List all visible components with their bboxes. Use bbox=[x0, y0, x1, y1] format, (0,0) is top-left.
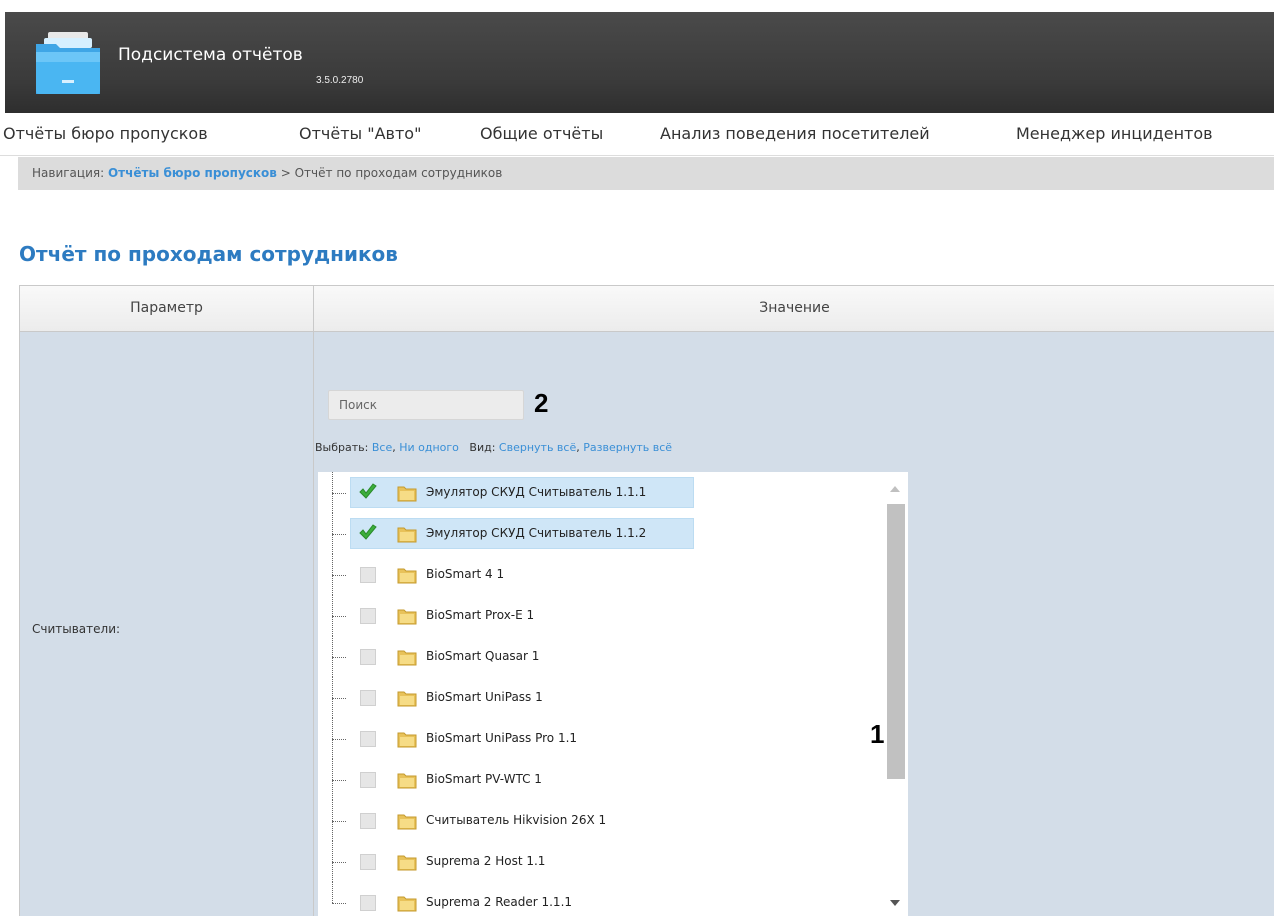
tree-checkbox[interactable] bbox=[360, 772, 376, 788]
tree-connector-line bbox=[332, 698, 346, 699]
select-comma: , bbox=[392, 441, 396, 454]
value-cell: 2 Выбрать: Все, Ни одного Вид: Свернуть … bbox=[314, 332, 1274, 916]
breadcrumb-current: Отчёт по проходам сотрудников bbox=[294, 166, 503, 180]
app-logo-icon bbox=[34, 28, 102, 98]
green-check-icon[interactable] bbox=[358, 482, 378, 502]
tree-scrollbar[interactable] bbox=[883, 472, 908, 916]
app-version: 3.5.0.2780 bbox=[316, 75, 364, 86]
view-label: Вид: bbox=[469, 441, 496, 454]
tree-connector-line bbox=[332, 534, 346, 535]
tree-row[interactable]: Suprema 2 Reader 1.1.1 bbox=[318, 882, 878, 916]
expand-all-link[interactable]: Развернуть всё bbox=[583, 441, 672, 454]
tree-item-label[interactable]: Suprema 2 Host 1.1 bbox=[426, 854, 545, 868]
menu-item-incident-manager[interactable]: Менеджер инцидентов bbox=[1016, 124, 1213, 143]
breadcrumb-prefix: Навигация: bbox=[32, 166, 105, 180]
select-label: Выбрать: bbox=[315, 441, 369, 454]
tree-item-label[interactable]: BioSmart 4 1 bbox=[426, 567, 504, 581]
tree-checkbox[interactable] bbox=[360, 854, 376, 870]
tree-connector-line bbox=[332, 903, 346, 904]
green-check-icon[interactable] bbox=[358, 523, 378, 543]
tree-row[interactable]: BioSmart Quasar 1 bbox=[318, 636, 878, 677]
select-none-link[interactable]: Ни одного bbox=[399, 441, 459, 454]
column-header-param: Параметр bbox=[20, 286, 314, 332]
tree-item-label[interactable]: Эмулятор СКУД Считыватель 1.1.2 bbox=[426, 526, 646, 540]
tree-checkbox[interactable] bbox=[360, 895, 376, 911]
tree-connector-line bbox=[332, 739, 346, 740]
params-table: Параметр Значение Считыватели: 2 Выбрать… bbox=[19, 285, 1274, 916]
tree-row[interactable]: BioSmart UniPass Pro 1.1 bbox=[318, 718, 878, 759]
tree-item-label[interactable]: BioSmart UniPass 1 bbox=[426, 690, 543, 704]
scroll-up-arrow-icon[interactable] bbox=[890, 486, 900, 492]
scroll-down-arrow-icon[interactable] bbox=[890, 900, 900, 906]
tree-row[interactable]: Эмулятор СКУД Считыватель 1.1.2 bbox=[318, 513, 878, 554]
tree-connector-line bbox=[332, 821, 346, 822]
tree-row[interactable]: Эмулятор СКУД Считыватель 1.1.1 bbox=[318, 472, 878, 513]
menu-item-bureau-reports[interactable]: Отчёты бюро пропусков bbox=[3, 124, 208, 143]
tree-item-label[interactable]: BioSmart Quasar 1 bbox=[426, 649, 539, 663]
app-title: Подсистема отчётов bbox=[118, 45, 303, 65]
readers-tree: Эмулятор СКУД Считыватель 1.1.1 Эмулятор … bbox=[318, 472, 908, 916]
tree-connector-line bbox=[332, 575, 346, 576]
tree-checkbox[interactable] bbox=[360, 608, 376, 624]
select-bar: Выбрать: Все, Ни одного Вид: Свернуть вс… bbox=[315, 441, 672, 454]
tree-checkbox[interactable] bbox=[360, 813, 376, 829]
folder-icon bbox=[397, 607, 417, 625]
menu-item-auto-reports[interactable]: Отчёты "Авто" bbox=[299, 124, 421, 143]
folder-icon bbox=[397, 648, 417, 666]
collapse-all-link[interactable]: Свернуть всё bbox=[499, 441, 576, 454]
tree-row[interactable]: BioSmart Prox-E 1 bbox=[318, 595, 878, 636]
menu-item-visitor-behavior[interactable]: Анализ поведения посетителей bbox=[660, 124, 930, 143]
callout-number-2: 2 bbox=[534, 388, 549, 418]
folder-icon bbox=[397, 566, 417, 584]
select-all-link[interactable]: Все bbox=[372, 441, 392, 454]
tree-item-label[interactable]: BioSmart PV-WTC 1 bbox=[426, 772, 542, 786]
tree-row[interactable]: Suprema 2 Host 1.1 bbox=[318, 841, 878, 882]
tree-row[interactable]: BioSmart PV-WTC 1 bbox=[318, 759, 878, 800]
tree-connector-line bbox=[332, 657, 346, 658]
breadcrumb-separator: > bbox=[280, 166, 291, 180]
tree-row[interactable]: Считыватель Hikvision 26X 1 bbox=[318, 800, 878, 841]
folder-icon bbox=[397, 771, 417, 789]
tree-item-label[interactable]: BioSmart Prox-E 1 bbox=[426, 608, 534, 622]
param-cell: Считыватели: bbox=[20, 332, 314, 916]
column-header-value: Значение bbox=[314, 286, 1274, 332]
folder-icon bbox=[397, 730, 417, 748]
tree-checkbox[interactable] bbox=[360, 649, 376, 665]
tree-checkbox[interactable] bbox=[360, 731, 376, 747]
folder-icon bbox=[397, 853, 417, 871]
folder-icon bbox=[397, 689, 417, 707]
tree-item-label[interactable]: Эмулятор СКУД Считыватель 1.1.1 bbox=[426, 485, 646, 499]
page-title: Отчёт по проходам сотрудников bbox=[19, 242, 398, 266]
tree-connector-line bbox=[332, 780, 346, 781]
menu-item-general-reports[interactable]: Общие отчёты bbox=[480, 124, 603, 143]
view-comma: , bbox=[576, 441, 580, 454]
tree-item-label[interactable]: Suprema 2 Reader 1.1.1 bbox=[426, 895, 572, 909]
tree-item-label[interactable]: Считыватель Hikvision 26X 1 bbox=[426, 813, 606, 827]
folder-icon bbox=[397, 812, 417, 830]
top-menu: Отчёты бюро пропусков Отчёты "Авто" Общи… bbox=[0, 113, 1274, 156]
tree-row[interactable]: BioSmart UniPass 1 bbox=[318, 677, 878, 718]
tree-checkbox[interactable] bbox=[360, 690, 376, 706]
folder-icon bbox=[397, 894, 417, 912]
param-label-readers: Считыватели: bbox=[32, 622, 121, 636]
tree-connector-line bbox=[332, 493, 346, 494]
tree-connector-line bbox=[332, 616, 346, 617]
tree-checkbox[interactable] bbox=[360, 567, 376, 583]
breadcrumb-link[interactable]: Отчёты бюро пропусков bbox=[108, 166, 277, 180]
folder-icon bbox=[397, 484, 417, 502]
search-input[interactable] bbox=[328, 390, 524, 420]
scroll-thumb[interactable] bbox=[887, 504, 905, 779]
tree-connector-line bbox=[332, 862, 346, 863]
breadcrumb: Навигация: Отчёты бюро пропусков > Отчёт… bbox=[18, 157, 1274, 190]
tree-row[interactable]: BioSmart 4 1 bbox=[318, 554, 878, 595]
folder-icon bbox=[397, 525, 417, 543]
callout-number-1: 1 bbox=[870, 719, 885, 749]
tree-connector-line bbox=[332, 882, 333, 903]
tree-item-label[interactable]: BioSmart UniPass Pro 1.1 bbox=[426, 731, 577, 745]
app-header: Подсистема отчётов 3.5.0.2780 bbox=[5, 12, 1274, 113]
